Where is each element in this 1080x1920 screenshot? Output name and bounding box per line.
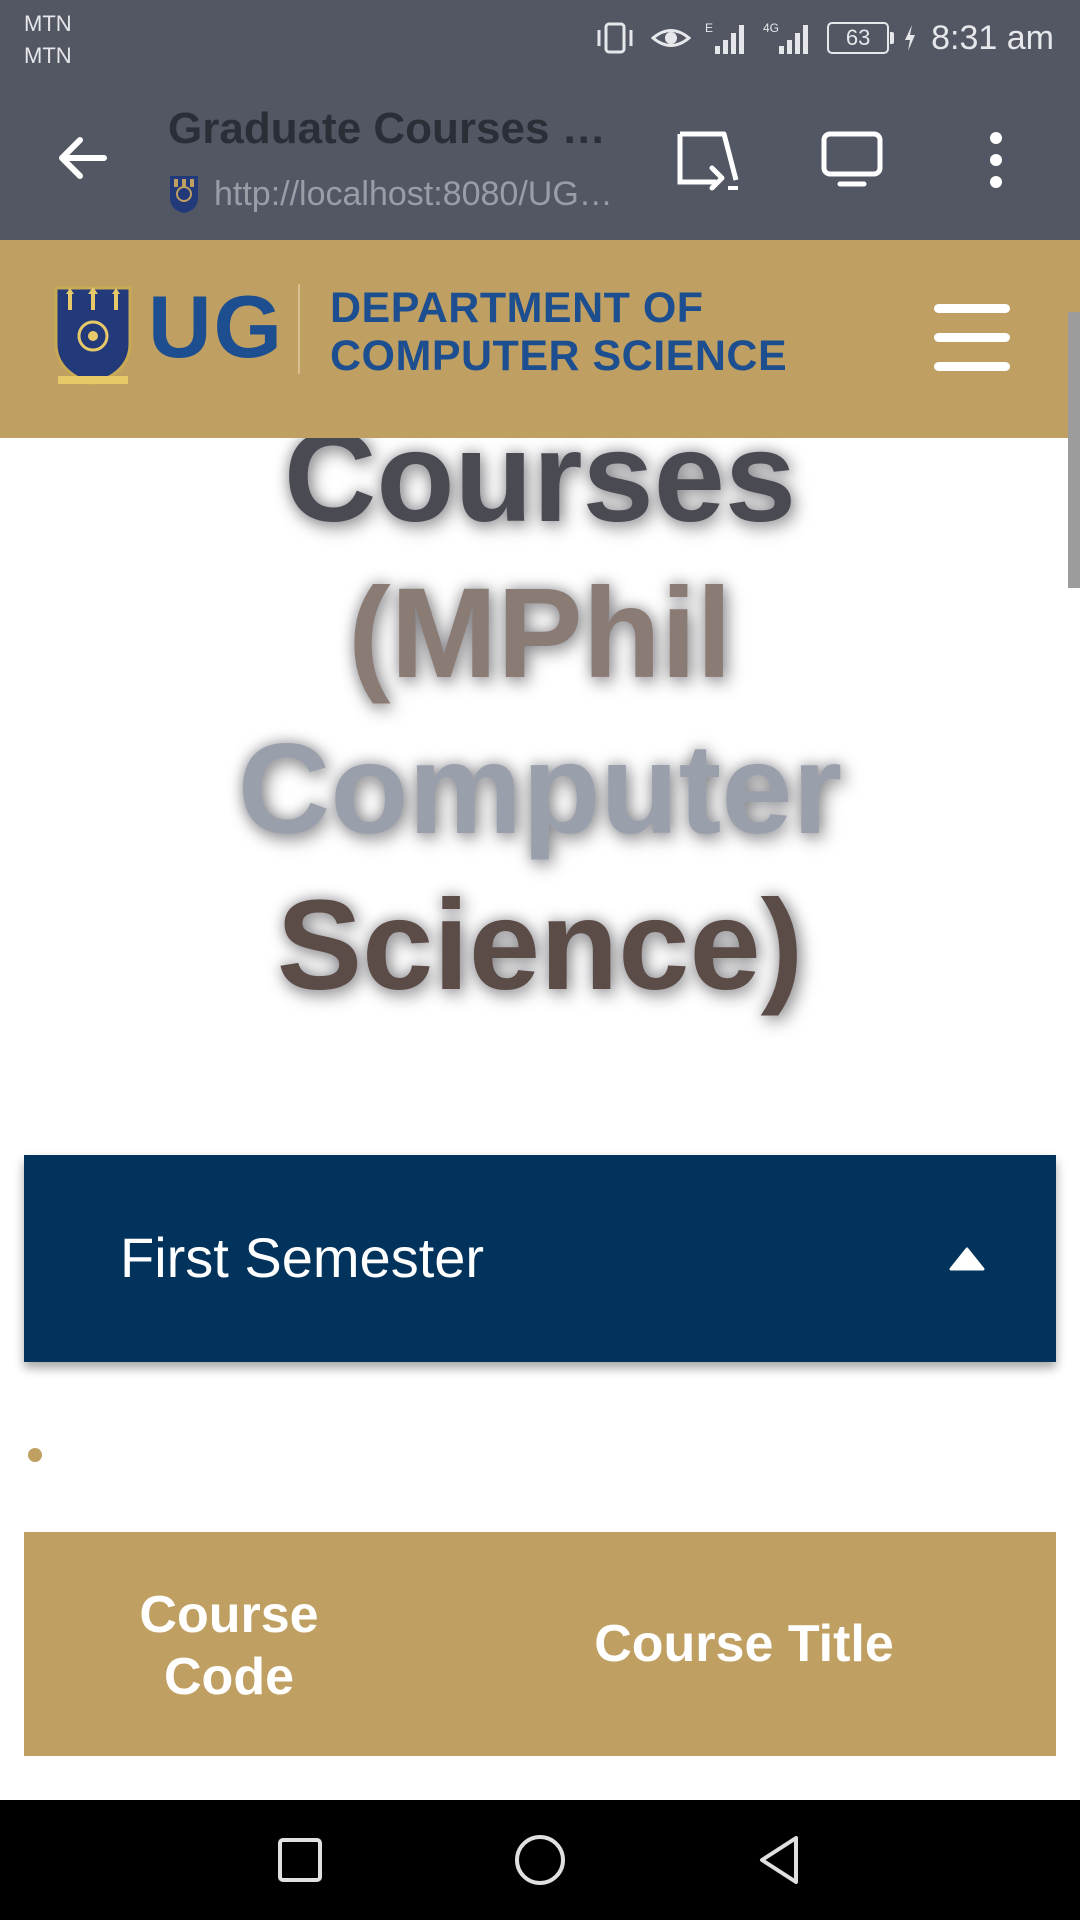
url-bar[interactable]: http://localhost:8080/UG… bbox=[168, 172, 628, 216]
menu-bar-top bbox=[934, 304, 1010, 313]
vibrate-icon bbox=[597, 22, 633, 54]
accordion-label: First Semester bbox=[120, 1226, 485, 1289]
list-bullet bbox=[28, 1448, 42, 1462]
column-header-course-code: Course Code bbox=[114, 1584, 344, 1708]
battery-icon: 63 bbox=[827, 22, 895, 54]
eye-comfort-icon bbox=[651, 29, 692, 47]
page-title[interactable]: Graduate Courses (… bbox=[168, 104, 618, 154]
status-bar: MTN MTN E 4G 63 8:31 am bbox=[0, 0, 1080, 80]
back-triangle-icon[interactable] bbox=[750, 1830, 810, 1890]
recents-square-icon[interactable] bbox=[270, 1830, 330, 1890]
heading-line-3: Computer bbox=[237, 718, 843, 861]
page-heading: Courses (MPhil Computer Science) bbox=[0, 400, 1080, 1020]
more-vert-icon[interactable] bbox=[960, 124, 1032, 196]
desktop-site-icon[interactable] bbox=[816, 124, 888, 196]
svg-text:4G: 4G bbox=[763, 21, 779, 35]
heading-line-4: Science) bbox=[276, 874, 804, 1017]
hamburger-menu-icon[interactable] bbox=[934, 304, 1010, 371]
page-scrollbar[interactable] bbox=[1068, 312, 1080, 588]
svg-text:E: E bbox=[705, 21, 713, 35]
back-arrow-icon[interactable] bbox=[50, 126, 114, 190]
department-name[interactable]: DEPARTMENT OF COMPUTER SCIENCE bbox=[330, 284, 787, 380]
url-text: http://localhost:8080/UG… bbox=[214, 174, 613, 213]
site-favicon-icon bbox=[170, 176, 198, 213]
status-icons: E 4G 63 8:31 am bbox=[593, 14, 1054, 62]
heading-line-2: (MPhil bbox=[348, 562, 732, 705]
charging-icon bbox=[905, 25, 916, 51]
signal-4g-icon: 4G bbox=[763, 21, 809, 54]
course-code-line-1: Course bbox=[139, 1586, 319, 1644]
ug-crest-logo[interactable] bbox=[52, 284, 134, 388]
carrier-2: MTN bbox=[24, 43, 72, 68]
site-header: UG DEPARTMENT OF COMPUTER SCIENCE bbox=[0, 240, 1080, 438]
column-header-course-title: Course Title bbox=[594, 1615, 894, 1673]
android-nav-bar bbox=[0, 1800, 1080, 1920]
caret-up-icon bbox=[949, 1247, 985, 1271]
signal-e-icon: E bbox=[705, 21, 745, 54]
cast-icon[interactable] bbox=[672, 124, 744, 196]
first-semester-accordion[interactable]: First Semester bbox=[24, 1155, 1056, 1362]
browser-toolbar: Graduate Courses (… http://localhost:808… bbox=[0, 80, 1080, 240]
header-divider bbox=[298, 284, 300, 374]
dept-line-2: COMPUTER SCIENCE bbox=[330, 332, 788, 380]
ug-logo-text[interactable]: UG bbox=[148, 276, 284, 378]
carrier-1: MTN bbox=[24, 11, 72, 36]
menu-bar-middle bbox=[934, 333, 1010, 342]
course-code-line-2: Code bbox=[164, 1648, 294, 1706]
menu-bar-bottom bbox=[934, 362, 1010, 371]
dept-line-1: DEPARTMENT OF bbox=[330, 284, 704, 332]
course-table-header: Course Code Course Title bbox=[24, 1532, 1056, 1756]
home-circle-icon[interactable] bbox=[510, 1830, 570, 1890]
clock: 8:31 am bbox=[931, 18, 1054, 57]
carrier-names: MTN MTN bbox=[24, 8, 72, 72]
